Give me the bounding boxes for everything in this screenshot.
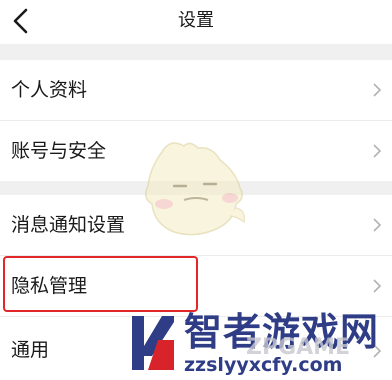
chevron-right-icon bbox=[373, 83, 382, 97]
settings-item-label: 消息通知设置 bbox=[11, 214, 126, 236]
mascot-watermark-icon bbox=[145, 142, 245, 236]
site-watermark: 智者游戏网 ZPGAME zzslyyxcfy.com bbox=[118, 306, 392, 380]
chevron-right-icon bbox=[373, 279, 382, 293]
nav-bar: 设置 bbox=[0, 0, 392, 44]
settings-item-profile[interactable]: 个人资料 bbox=[0, 60, 392, 120]
settings-item-label: 个人资料 bbox=[11, 79, 88, 101]
highlight-box bbox=[3, 256, 198, 312]
chevron-right-icon bbox=[373, 144, 382, 158]
chevron-right-icon bbox=[373, 218, 382, 232]
page-title: 设置 bbox=[178, 10, 214, 31]
settings-item-label: 通用 bbox=[11, 339, 50, 361]
settings-item-label: 账号与安全 bbox=[11, 140, 107, 162]
section-divider bbox=[0, 44, 392, 60]
watermark-logo-icon bbox=[132, 316, 174, 370]
watermark-url: zzslyyxcfy.com bbox=[184, 354, 343, 376]
